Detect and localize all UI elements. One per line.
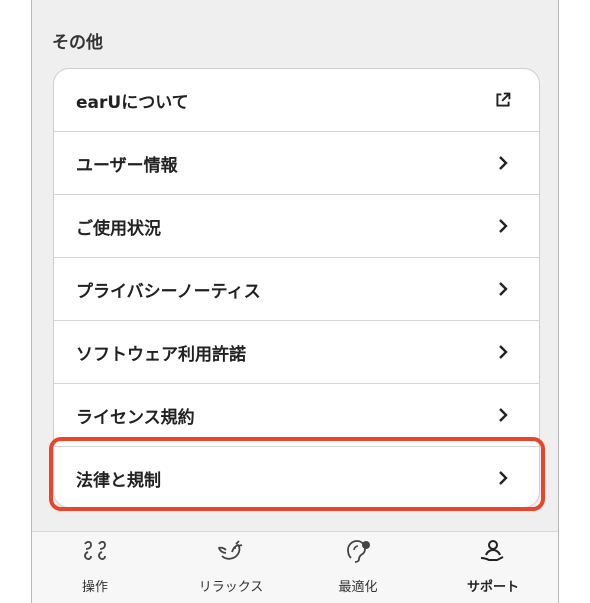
tab-controls[interactable]: 操作 [40, 532, 150, 603]
menu-item-about-earu[interactable]: earUについて [54, 69, 539, 132]
section-title: その他 [52, 33, 103, 53]
tab-label: サポート [466, 580, 519, 595]
settings-screen: その他 earUについて ユーザー情報 ご使用状況 プライバシーノーティス ソフ… [31, 0, 559, 603]
menu-item-license-terms[interactable]: ライセンス規約 [54, 384, 539, 447]
menu-item-label: ライセンス規約 [76, 407, 195, 428]
menu-item-label: プライバシーノーティス [76, 281, 261, 302]
menu-item-privacy-notice[interactable]: プライバシーノーティス [54, 258, 539, 321]
tab-support[interactable]: サポート [438, 532, 548, 603]
tab-label: リラックス [198, 580, 264, 595]
tab-label: 操作 [81, 580, 108, 595]
menu-item-label: ソフトウェア利用許諾 [76, 344, 246, 365]
chevron-right-icon [495, 407, 511, 423]
menu-item-label: 法律と規制 [76, 470, 161, 491]
chevron-right-icon [495, 155, 511, 171]
controls-icon [80, 538, 110, 566]
menu-item-user-info[interactable]: ユーザー情報 [54, 132, 539, 195]
menu-item-usage-status[interactable]: ご使用状況 [54, 195, 539, 258]
menu-item-label: ユーザー情報 [76, 155, 178, 176]
menu-item-software-license[interactable]: ソフトウェア利用許諾 [54, 321, 539, 384]
external-link-icon [495, 92, 511, 108]
tab-relax[interactable]: リラックス [176, 532, 286, 603]
ear-optimize-icon [343, 538, 373, 566]
chevron-right-icon [495, 344, 511, 360]
chevron-right-icon [495, 281, 511, 297]
menu-item-legal-regulations[interactable]: 法律と規制 [54, 447, 539, 507]
chevron-right-icon [495, 470, 511, 486]
menu-card: earUについて ユーザー情報 ご使用状況 プライバシーノーティス ソフトウェア… [53, 68, 540, 508]
menu-item-label: ご使用状況 [76, 218, 161, 239]
tab-label: 最適化 [338, 580, 378, 595]
menu-item-label: earUについて [76, 92, 189, 113]
relax-bird-icon [216, 538, 246, 566]
tab-optimize[interactable]: 最適化 [303, 532, 413, 603]
support-person-icon [478, 538, 508, 566]
chevron-right-icon [495, 218, 511, 234]
bottom-tab-bar: 操作 リラックス 最適化 サポート [32, 531, 558, 603]
